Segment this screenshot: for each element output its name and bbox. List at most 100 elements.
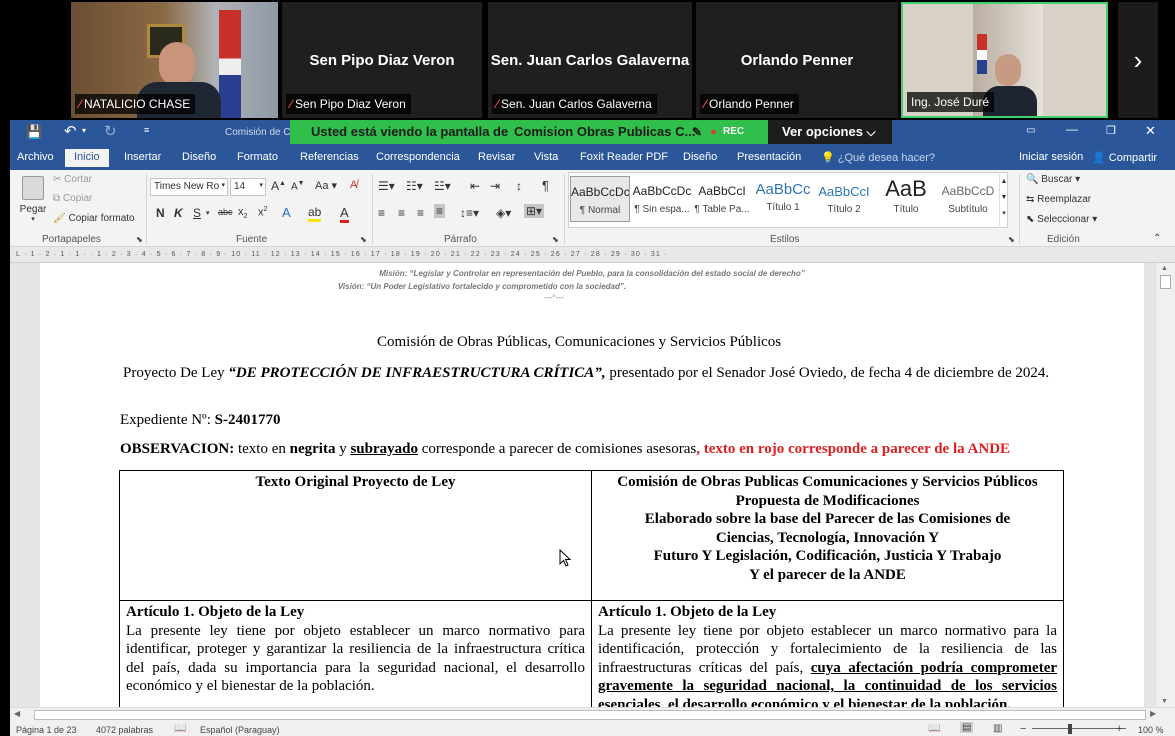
copy-button[interactable]: ⧉ Copiar	[53, 193, 92, 204]
align-right-icon[interactable]: ≡	[417, 206, 424, 220]
tell-me-box[interactable]: 💡 ¿Qué desea hacer?	[821, 151, 935, 164]
select-button[interactable]: ⬉ Seleccionar ▾	[1026, 214, 1097, 225]
font-color-icon[interactable]: A	[340, 205, 349, 223]
scroll-up-icon[interactable]: ▲	[1161, 265, 1168, 272]
tab-revisar[interactable]: Revisar	[478, 151, 515, 163]
text-effects-icon[interactable]: A	[282, 205, 291, 220]
dialog-launcher-icon[interactable]: ⬊	[1008, 235, 1015, 244]
tab-referencias[interactable]: Referencias	[300, 151, 359, 163]
proofing-icon[interactable]: 📖	[174, 723, 186, 734]
chevron-down-icon[interactable]: ▾	[206, 209, 210, 217]
multilevel-list-icon[interactable]: ☳▾	[434, 179, 451, 193]
page-count[interactable]: Página 1 de 23	[16, 725, 77, 735]
grow-font-icon[interactable]: A▲	[271, 179, 286, 193]
sign-in-link[interactable]: Iniciar sesión	[1019, 151, 1083, 163]
dialog-launcher-icon[interactable]: ⬊	[360, 235, 367, 244]
web-layout-icon[interactable]: ▥	[993, 723, 1002, 734]
numbering-icon[interactable]: ☷▾	[406, 179, 423, 193]
tab-inicio[interactable]: Inicio	[65, 149, 109, 167]
print-layout-icon[interactable]: ▤	[960, 722, 974, 733]
line-spacing-icon[interactable]: ↕≡▾	[460, 206, 479, 220]
participant-tile-galaverna[interactable]: Sen. Juan Carlos Galaverna ⁄ Sen. Juan Ca…	[488, 2, 692, 118]
italic-icon[interactable]: K	[174, 206, 183, 220]
pilcrow-icon[interactable]: ¶	[542, 178, 549, 193]
scroll-down-icon[interactable]: ▼	[1161, 698, 1168, 705]
style-titulo-1[interactable]: AaBbCc Título 1	[753, 176, 813, 222]
participant-tile-penner[interactable]: Orlando Penner ⁄ Orlando Penner	[696, 2, 898, 118]
scroll-left-icon[interactable]: ◀	[14, 709, 20, 718]
horizontal-scrollbar[interactable]: ◀ ▶	[10, 707, 1175, 722]
document-page[interactable]: Misión: “Legislar y Controlar en represe…	[40, 263, 1144, 707]
bold-icon[interactable]: N	[156, 206, 165, 220]
participant-tile-natalicio[interactable]: ⁄ NATALICIO CHASE	[71, 2, 278, 118]
justify-icon[interactable]: ≡	[434, 204, 446, 218]
highlight-icon[interactable]: ab	[308, 205, 322, 222]
scroll-thumb[interactable]	[34, 710, 1146, 720]
participant-tile-pipo[interactable]: Sen Pipo Diaz Veron ⁄ Sen Pipo Diaz Veron	[282, 2, 482, 118]
change-case-icon[interactable]: Aa ▾	[315, 179, 337, 192]
redo-icon[interactable]: ↻	[104, 122, 117, 140]
style-titulo-2[interactable]: AaBbCcI Título 2	[814, 176, 874, 222]
clear-formatting-icon[interactable]: A̸	[350, 179, 357, 191]
align-center-icon[interactable]: ≡	[398, 206, 405, 220]
tab-presentacion[interactable]: Presentación	[737, 151, 801, 163]
collapse-ribbon-icon[interactable]: ⌃	[1153, 233, 1161, 244]
dialog-launcher-icon[interactable]: ⬊	[136, 235, 143, 244]
paste-button[interactable]: Pegar ▾	[18, 176, 48, 223]
subscript-icon[interactable]: x2	[238, 206, 247, 220]
font-name-select[interactable]: Times New Ro ▾	[150, 178, 228, 196]
styles-scroll[interactable]: ▲ ▼ ▾	[999, 174, 1008, 226]
shading-icon[interactable]: ◈▾	[496, 206, 511, 220]
tab-insertar[interactable]: Insertar	[124, 151, 161, 163]
undo-icon[interactable]: ↶	[64, 122, 77, 140]
zoom-out-icon[interactable]: −	[1020, 723, 1026, 735]
bullets-icon[interactable]: ☰▾	[378, 179, 395, 193]
zoom-in-icon[interactable]: +	[1116, 723, 1122, 735]
share-button[interactable]: 👤 Compartir	[1092, 151, 1157, 164]
scroll-right-icon[interactable]: ▶	[1150, 709, 1156, 718]
superscript-icon[interactable]: x2	[258, 206, 267, 219]
format-painter-button[interactable]: 🖌 Copiar formato	[53, 213, 135, 224]
tab-formato[interactable]: Formato	[237, 151, 278, 163]
customize-toolbar-icon[interactable]: ≡	[144, 125, 149, 135]
increase-indent-icon[interactable]: ⇥	[490, 179, 500, 193]
decrease-indent-icon[interactable]: ⇤	[470, 179, 480, 193]
view-options-button[interactable]: Ver opciones ⌵	[768, 120, 892, 144]
tab-correspondencia[interactable]: Correspondencia	[376, 151, 460, 163]
next-page-button[interactable]: ›	[1118, 2, 1158, 118]
participant-tile-dure[interactable]: Ing. José Duré	[901, 2, 1108, 118]
strikethrough-icon[interactable]: abc	[218, 207, 233, 217]
language-indicator[interactable]: Español (Paraguay)	[200, 725, 280, 735]
ribbon-display-options-icon[interactable]: ▭	[1026, 125, 1035, 136]
style-titulo[interactable]: AaB Título	[876, 176, 936, 222]
style-table-paragraph[interactable]: AaBbCcI ¶ Table Pa...	[692, 176, 752, 222]
tab-vista[interactable]: Vista	[534, 151, 558, 163]
replace-button[interactable]: ⇆ Reemplazar	[1026, 194, 1091, 205]
shrink-font-icon[interactable]: A▼	[291, 180, 305, 192]
word-count[interactable]: 4072 palabras	[96, 725, 153, 735]
horizontal-ruler[interactable]: L · 1 · 2 · 1 · 1 · · 1 · 2 · 3 · 4 · 5 …	[10, 247, 1175, 263]
zoom-slider[interactable]	[1032, 728, 1126, 729]
dialog-launcher-icon[interactable]: ⬊	[552, 235, 559, 244]
zoom-level[interactable]: 100 %	[1138, 725, 1164, 735]
undo-dropdown-icon[interactable]: ▾	[82, 126, 86, 135]
style-sin-espaciado[interactable]: AaBbCcDc ¶ Sin espa...	[632, 176, 692, 222]
sort-icon[interactable]: ↕	[516, 179, 522, 193]
tab-archivo[interactable]: Archivo	[17, 151, 54, 163]
tab-diseno-tabla[interactable]: Diseño	[683, 151, 717, 163]
read-mode-icon[interactable]: 📖	[928, 723, 940, 734]
tab-diseno[interactable]: Diseño	[182, 151, 216, 163]
borders-icon[interactable]: ⊞▾	[524, 204, 545, 218]
save-icon[interactable]: 💾	[26, 124, 42, 140]
zoom-slider-thumb[interactable]	[1068, 724, 1072, 734]
vertical-scrollbar[interactable]: ▲ ▼	[1155, 263, 1175, 707]
align-left-icon[interactable]: ≡	[378, 206, 385, 220]
font-size-select[interactable]: 14 ▾	[230, 178, 266, 196]
style-normal[interactable]: AaBbCcDc ¶ Normal	[570, 176, 630, 222]
restore-icon[interactable]: ❐	[1106, 124, 1116, 137]
cut-button[interactable]: ✂ Cortar	[53, 174, 92, 185]
style-subtitulo[interactable]: AaBbCcD Subtítulo	[938, 176, 998, 222]
tab-foxit[interactable]: Foxit Reader PDF	[580, 151, 668, 163]
minimize-icon[interactable]: —	[1066, 122, 1078, 136]
underline-icon[interactable]: S	[193, 206, 201, 220]
